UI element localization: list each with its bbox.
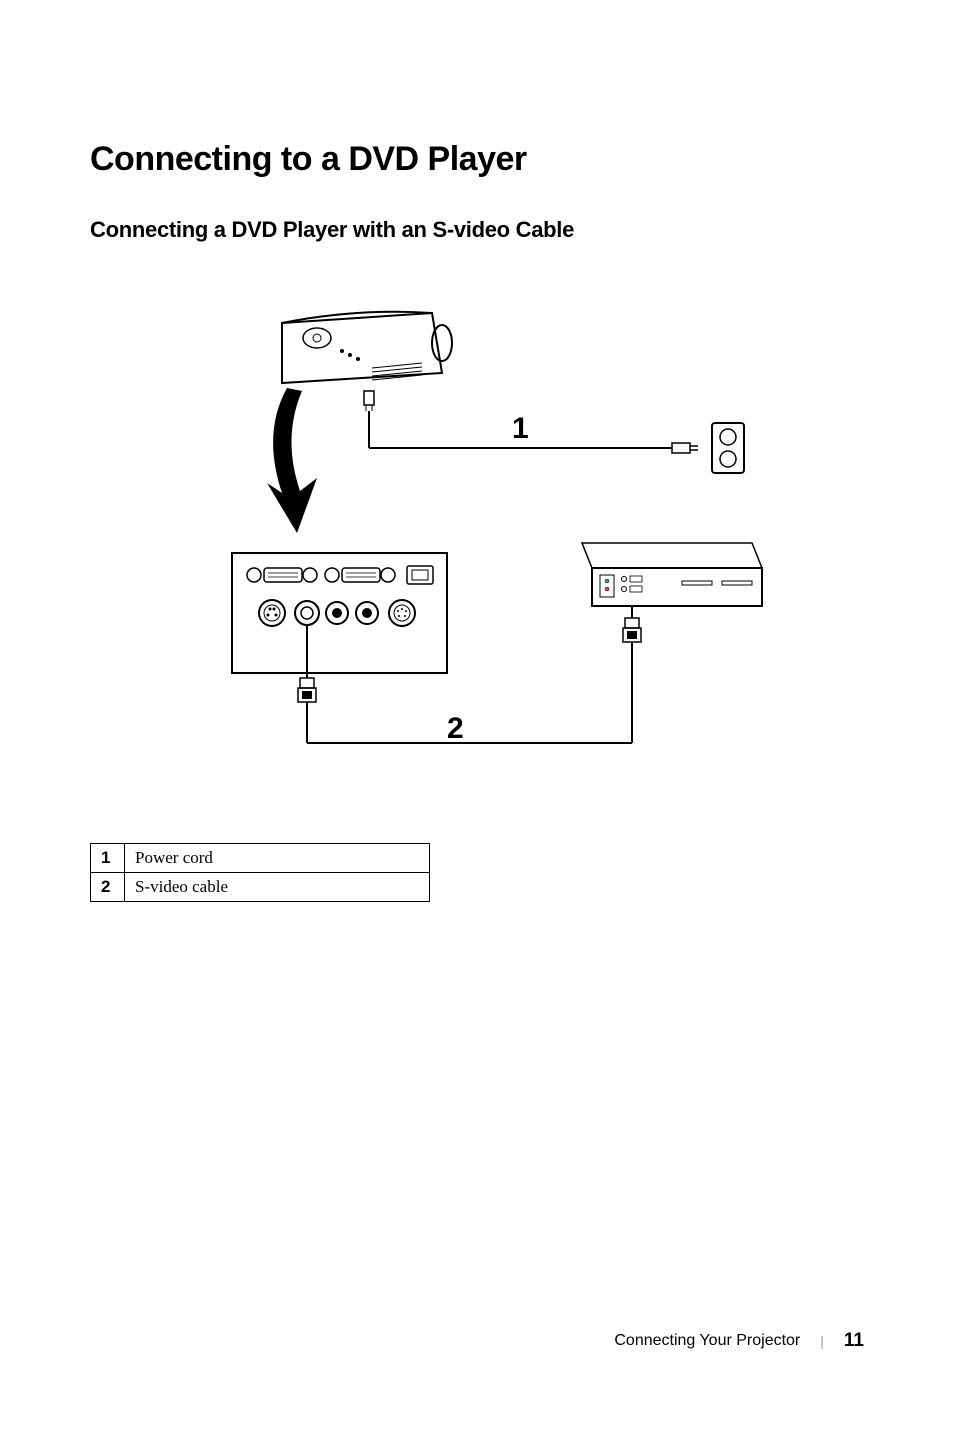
page-footer: Connecting Your Projector | 11 xyxy=(614,1330,864,1352)
diagram-label-2: 2 xyxy=(447,712,464,745)
legend-table: 1 Power cord 2 S-video cable xyxy=(90,843,430,902)
wall-outlet-icon xyxy=(712,423,744,473)
power-cord-line xyxy=(364,391,698,453)
diagram-label-1: 1 xyxy=(512,412,529,445)
projector-back-panel-icon xyxy=(232,553,447,673)
arrow-icon xyxy=(267,388,317,533)
footer-divider-icon: | xyxy=(820,1333,824,1349)
main-heading: Connecting to a DVD Player xyxy=(90,140,864,179)
table-row: 2 S-video cable xyxy=(91,873,430,902)
projector-icon xyxy=(282,312,452,383)
svideo-plug-right-icon xyxy=(623,606,641,743)
footer-section-text: Connecting Your Projector xyxy=(614,1332,800,1350)
sub-heading: Connecting a DVD Player with an S-video … xyxy=(90,217,864,243)
legend-desc-2: S-video cable xyxy=(125,873,430,902)
page-number: 11 xyxy=(844,1330,864,1352)
table-row: 1 Power cord xyxy=(91,844,430,873)
legend-num-1: 1 xyxy=(91,844,125,873)
dvd-player-icon xyxy=(582,543,762,606)
legend-num-2: 2 xyxy=(91,873,125,902)
diagram-svg: 1 xyxy=(182,283,772,783)
legend-desc-1: Power cord xyxy=(125,844,430,873)
svideo-plug-left-icon xyxy=(298,625,316,743)
connection-diagram: 1 xyxy=(90,283,864,783)
